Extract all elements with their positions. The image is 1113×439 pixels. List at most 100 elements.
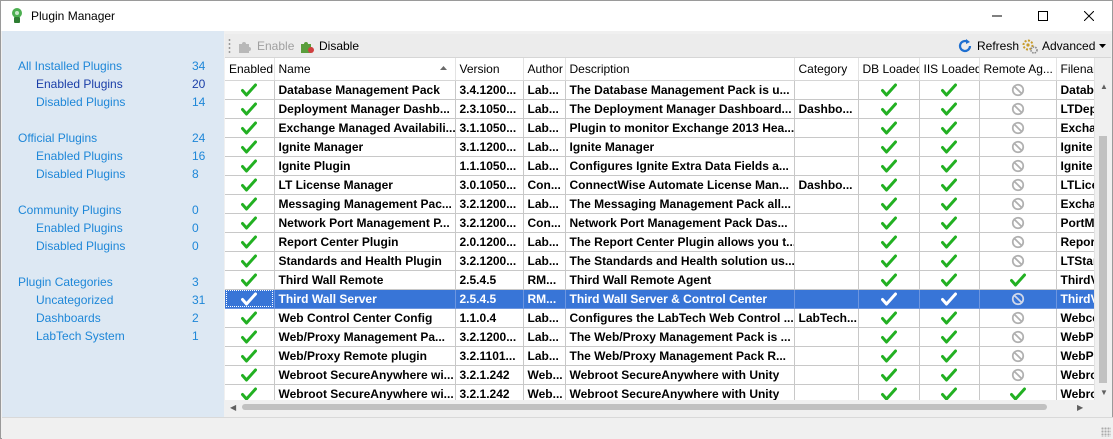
scroll-down-icon[interactable]: ▼ <box>1100 388 1108 397</box>
table-row[interactable]: Third Wall Server 2.5.4.5 RM... Third Wall … <box>225 289 1102 309</box>
refresh-button[interactable]: Refresh <box>957 37 1019 55</box>
enabled-cell[interactable] <box>225 213 275 233</box>
check-icon <box>941 178 957 192</box>
scroll-left-icon[interactable]: ◀ <box>230 403 236 412</box>
description-cell: Third Wall Remote Agent <box>565 270 795 290</box>
column-header-category[interactable]: Category <box>794 58 859 81</box>
version-cell: 2.5.4.5 <box>455 289 524 309</box>
vertical-scrollbar[interactable]: ▲ ▼ <box>1094 58 1111 400</box>
enabled-cell[interactable] <box>225 118 275 138</box>
nav-dashboards[interactable]: Dashboards <box>36 311 101 329</box>
column-header-description[interactable]: Description <box>565 58 795 81</box>
table-row[interactable]: Deployment Manager Dashb... 2.3.1050... La… <box>225 99 1102 119</box>
category-cell <box>794 365 859 385</box>
enabled-cell[interactable] <box>225 289 275 309</box>
not-allowed-icon <box>1011 349 1024 363</box>
nav-all-enabled-plugins[interactable]: Enabled Plugins <box>36 77 123 95</box>
check-icon <box>941 140 957 154</box>
nav-official-enabled-plugins[interactable]: Enabled Plugins <box>36 149 123 167</box>
nav-count: 0 <box>192 203 199 217</box>
minimize-button[interactable] <box>974 1 1020 31</box>
enabled-cell[interactable] <box>225 99 275 119</box>
vertical-scroll-thumb[interactable] <box>1099 136 1107 383</box>
column-header-enabled[interactable]: Enabled <box>225 58 275 81</box>
column-header-iis-loaded[interactable]: IIS Loaded <box>919 58 980 81</box>
table-row[interactable]: Web/Proxy Remote plugin 3.2.1101... Lab...… <box>225 346 1102 366</box>
remote-agent-cell <box>979 251 1057 271</box>
enabled-cell[interactable] <box>225 365 275 385</box>
enabled-cell[interactable] <box>225 175 275 195</box>
nav-community-disabled-plugins[interactable]: Disabled Plugins <box>36 239 125 257</box>
version-cell: 1.1.1050... <box>455 156 524 176</box>
nav-all-disabled-plugins[interactable]: Disabled Plugins <box>36 95 125 113</box>
nav-uncategorized[interactable]: Uncategorized <box>36 293 113 311</box>
nav-plugin-categories[interactable]: Plugin Categories <box>18 275 113 293</box>
table-row[interactable]: Web Control Center Config 1.1.0.4 Lab... Co… <box>225 308 1102 328</box>
column-header-version[interactable]: Version <box>455 58 524 81</box>
table-row[interactable]: Report Center Plugin 2.0.1200... Lab... The… <box>225 232 1102 252</box>
enabled-cell[interactable] <box>225 346 275 366</box>
enabled-cell[interactable] <box>225 194 275 214</box>
enabled-cell[interactable] <box>225 156 275 176</box>
nav-community-plugins[interactable]: Community Plugins <box>18 203 121 221</box>
enable-button[interactable]: Enable <box>237 37 294 55</box>
toolbar-grip[interactable] <box>228 38 231 54</box>
column-header-name[interactable]: Name <box>274 58 456 81</box>
enabled-cell[interactable] <box>225 384 275 400</box>
scroll-right-icon[interactable]: ▶ <box>1077 403 1083 412</box>
table-row[interactable]: Webroot SecureAnywhere wi... 3.2.1.242 Web… <box>225 384 1102 400</box>
close-button[interactable] <box>1066 1 1112 31</box>
enabled-cell[interactable] <box>225 270 275 290</box>
table-row[interactable]: Ignite Manager 3.1.1200... Lab... Ignite Ma… <box>225 137 1102 157</box>
check-icon <box>941 235 957 249</box>
name-cell: Report Center Plugin <box>274 232 456 252</box>
enabled-cell[interactable] <box>225 327 275 347</box>
version-cell: 2.5.4.5 <box>455 270 524 290</box>
table-row[interactable]: Third Wall Remote 2.5.4.5 RM... Third Wall … <box>225 270 1102 290</box>
advanced-dropdown-button[interactable]: Advanced <box>1022 37 1107 55</box>
enabled-cell[interactable] <box>225 137 275 157</box>
enabled-cell[interactable] <box>225 251 275 271</box>
table-row[interactable]: Exchange Managed Availabili... 3.1.1050..… <box>225 118 1102 138</box>
db-loaded-cell <box>858 213 920 233</box>
horizontal-scrollbar[interactable]: ◀ ▶ <box>225 400 1094 414</box>
nav-community-enabled-plugins[interactable]: Enabled Plugins <box>36 221 123 239</box>
table-row[interactable]: Web/Proxy Management Pa... 3.2.1200... Lab… <box>225 327 1102 347</box>
title-bar[interactable]: Plugin Manager <box>1 1 1112 31</box>
name-cell: Standards and Health Plugin <box>274 251 456 271</box>
description-cell: Webroot SecureAnywhere with Unity <box>565 365 795 385</box>
advanced-button-label: Advanced <box>1042 39 1096 53</box>
table-row[interactable]: Database Management Pack 3.4.1200... Lab..… <box>225 80 1102 100</box>
table-row[interactable]: Messaging Management Pac... 3.2.1200... La… <box>225 194 1102 214</box>
db-loaded-cell <box>858 232 920 252</box>
nav-all-installed-plugins[interactable]: All Installed Plugins <box>18 59 122 77</box>
category-cell <box>794 80 859 100</box>
not-allowed-icon <box>1011 235 1024 249</box>
db-loaded-cell <box>858 118 920 138</box>
nav-official-plugins[interactable]: Official Plugins <box>18 131 97 149</box>
table-row[interactable]: Network Port Management P... 3.2.1200... C… <box>225 213 1102 233</box>
check-icon <box>941 311 957 325</box>
resize-grip[interactable] <box>1101 427 1111 437</box>
nav-count: 20 <box>192 77 206 91</box>
nav-labtech-system[interactable]: LabTech System <box>36 329 125 347</box>
horizontal-scroll-thumb[interactable] <box>242 404 1047 410</box>
scroll-up-icon[interactable]: ▲ <box>1100 82 1108 91</box>
not-allowed-icon <box>1011 159 1024 173</box>
column-header-db-loaded[interactable]: DB Loaded <box>858 58 920 81</box>
column-header-remote-agent[interactable]: Remote Ag... <box>979 58 1057 81</box>
category-cell <box>794 346 859 366</box>
maximize-button[interactable] <box>1020 1 1066 31</box>
table-row[interactable]: Webroot SecureAnywhere wi... 3.2.1.242 Web… <box>225 365 1102 385</box>
column-header-author[interactable]: Author <box>523 58 566 81</box>
table-row[interactable]: Ignite Plugin 1.1.1050... Lab... Configures… <box>225 156 1102 176</box>
disable-button[interactable]: Disable <box>299 37 359 55</box>
table-row[interactable]: Standards and Health Plugin 3.2.1200... La… <box>225 251 1102 271</box>
enabled-cell[interactable] <box>225 80 275 100</box>
author-cell: Lab... <box>523 118 566 138</box>
nav-official-disabled-plugins[interactable]: Disabled Plugins <box>36 167 125 185</box>
enabled-cell[interactable] <box>225 308 275 328</box>
table-row[interactable]: LT License Manager 3.0.1050... Con... Conne… <box>225 175 1102 195</box>
enabled-cell[interactable] <box>225 232 275 252</box>
check-icon <box>241 311 258 325</box>
